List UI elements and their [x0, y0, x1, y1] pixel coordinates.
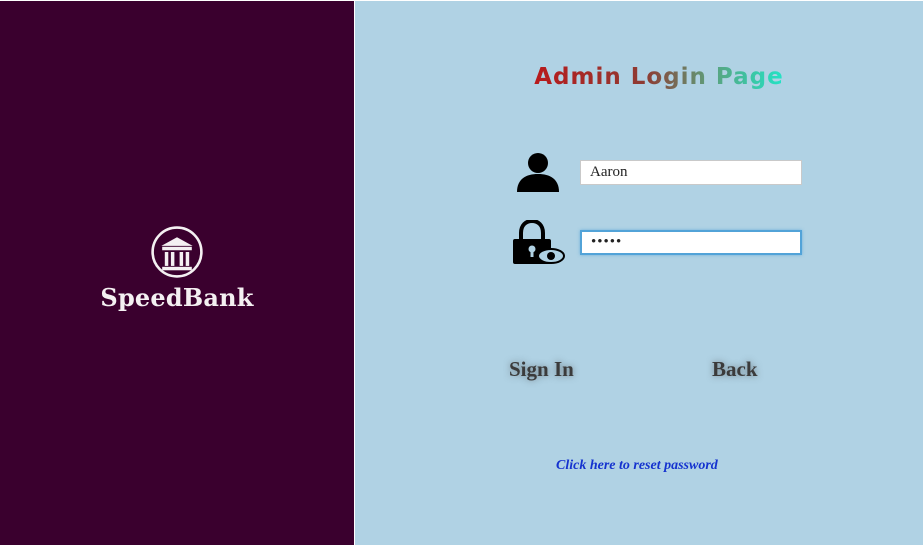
user-icon	[517, 153, 559, 192]
sign-in-button[interactable]: Sign In	[505, 354, 578, 384]
reset-password-link[interactable]: Click here to reset password	[556, 458, 718, 474]
back-button[interactable]: Back	[708, 354, 762, 384]
brand: SpeedBank	[0, 225, 354, 312]
password-input[interactable]	[580, 230, 802, 255]
page-title: Admin Login Page	[534, 64, 784, 90]
login-panel: Admin Login Page Sign In Back Click here…	[355, 1, 923, 545]
brand-name: SpeedBank	[100, 283, 254, 312]
bank-building-icon	[151, 226, 203, 278]
page-title-text: Admin Login Page	[534, 64, 784, 90]
username-input[interactable]	[580, 160, 802, 185]
left-brand-panel: SpeedBank	[0, 1, 354, 545]
lock-eye-icon	[513, 220, 565, 264]
